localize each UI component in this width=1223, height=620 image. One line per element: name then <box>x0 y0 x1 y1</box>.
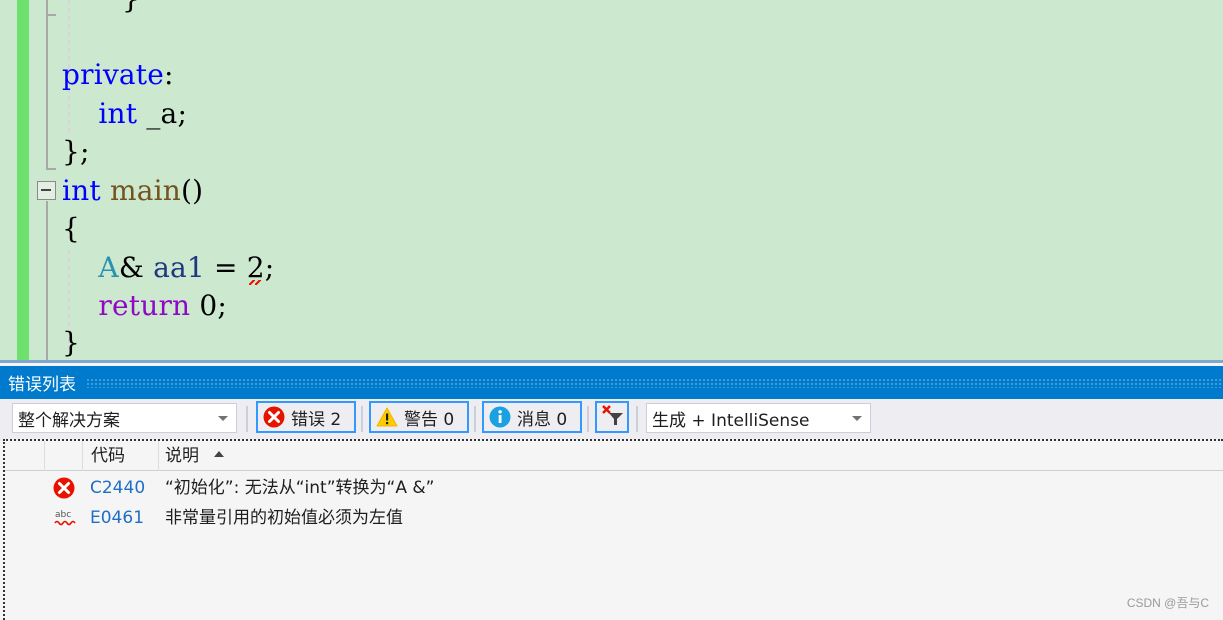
code-token: int <box>98 97 138 130</box>
code-token: & <box>118 251 154 284</box>
table-row[interactable]: abc E0461 非常量引用的初始值必须为左值 <box>5 503 1223 533</box>
info-icon <box>489 406 511 428</box>
class-outline-line <box>46 0 48 170</box>
error-icon <box>263 406 285 428</box>
list-header: 代码 说明 <box>5 441 1223 471</box>
messages-filter-label: 消息 0 <box>517 409 568 430</box>
toolbar-separator <box>474 406 476 432</box>
clear-filter-icon <box>601 403 625 432</box>
table-row[interactable]: C2440 “初始化”: 无法从“int”转换为“A &” <box>5 473 1223 503</box>
code-token: { <box>62 212 81 245</box>
code-line: } <box>122 0 140 18</box>
errors-filter-label: 错误 2 <box>291 409 342 430</box>
code-line: { <box>62 210 80 248</box>
svg-text:abc: abc <box>55 510 71 520</box>
messages-filter-button[interactable]: 消息 0 <box>482 401 582 433</box>
warning-icon <box>376 407 398 427</box>
error-icon <box>53 477 77 499</box>
column-header-code[interactable]: 代码 <box>83 441 159 471</box>
code-token: _a; <box>137 97 188 130</box>
error-code-link[interactable]: E0461 <box>90 503 144 533</box>
column-header-description-label: 说明 <box>165 446 199 466</box>
scope-dropdown[interactable]: 整个解决方案 <box>12 403 237 433</box>
warnings-filter-label: 警告 0 <box>404 409 455 430</box>
watermark: CSDN @吾与C <box>1126 596 1209 610</box>
code-line: return 0; <box>62 287 227 325</box>
code-token: : <box>164 58 174 91</box>
change-tracking-bar <box>17 0 29 360</box>
toolbar-separator <box>246 406 248 432</box>
warnings-filter-button[interactable]: 警告 0 <box>369 401 469 433</box>
code-line: } <box>62 324 80 360</box>
toolbar-separator <box>636 406 638 432</box>
code-line: A& aa1 = 2; <box>62 249 274 287</box>
code-token: } <box>62 326 81 359</box>
code-line: int main() <box>62 172 203 210</box>
code-token: return <box>98 289 191 322</box>
column-header-code-label: 代码 <box>91 446 125 466</box>
scope-dropdown-value: 整个解决方案 <box>18 410 120 431</box>
code-line: }; <box>62 133 90 171</box>
chevron-down-icon <box>852 416 862 421</box>
code-token: private <box>62 58 164 91</box>
panel-title-bar[interactable]: 错误列表 <box>0 366 1223 399</box>
code-line: private: <box>62 56 174 94</box>
code-token: = <box>204 251 247 284</box>
toolbar-separator <box>361 406 363 432</box>
column-header-icon[interactable] <box>5 441 45 471</box>
error-code-link[interactable]: C2440 <box>90 473 145 503</box>
source-dropdown-value: 生成 + IntelliSense <box>652 410 810 431</box>
class-outline-end <box>46 14 56 16</box>
chevron-down-icon <box>218 416 228 421</box>
source-dropdown[interactable]: 生成 + IntelliSense <box>646 403 871 433</box>
column-header-description[interactable]: 说明 <box>159 441 1223 471</box>
code-token: 0; <box>190 289 228 322</box>
intellisense-squiggle-icon: abc <box>53 507 77 529</box>
code-line: int _a; <box>62 95 187 133</box>
drag-grip[interactable] <box>86 377 1223 388</box>
code-token: } <box>122 0 140 15</box>
code-editor[interactable]: } private: int _a; }; int main() { A& aa… <box>0 0 1223 360</box>
error-description: “初始化”: 无法从“int”转换为“A &” <box>165 478 435 498</box>
error-list: 代码 说明 C2440 “初始化”: 无法从“int”转换为“A &” abc … <box>3 439 1223 620</box>
errors-filter-button[interactable]: 错误 2 <box>256 401 356 433</box>
code-token: aa1 <box>153 251 205 284</box>
sort-ascending-icon <box>214 451 225 457</box>
panel-title: 错误列表 <box>8 375 76 395</box>
error-squiggle-token: 2 <box>247 249 265 287</box>
code-token: }; <box>62 135 90 168</box>
code-token: () <box>181 174 204 207</box>
code-token: A <box>98 251 119 284</box>
error-description: 非常量引用的初始值必须为左值 <box>165 508 403 528</box>
column-header-category[interactable] <box>45 441 83 471</box>
class-outline-end-bottom <box>46 168 56 170</box>
code-token: ; <box>264 251 275 284</box>
code-token: main <box>109 174 181 207</box>
code-token: int <box>62 174 101 207</box>
error-list-panel: 错误列表 整个解决方案 错误 2 警告 0 消息 0 生成 + IntelliS… <box>0 360 1223 620</box>
toolbar-separator <box>587 406 589 432</box>
main-outline-line <box>46 201 48 360</box>
collapse-toggle[interactable] <box>37 181 56 200</box>
clear-filter-button[interactable] <box>595 401 629 433</box>
